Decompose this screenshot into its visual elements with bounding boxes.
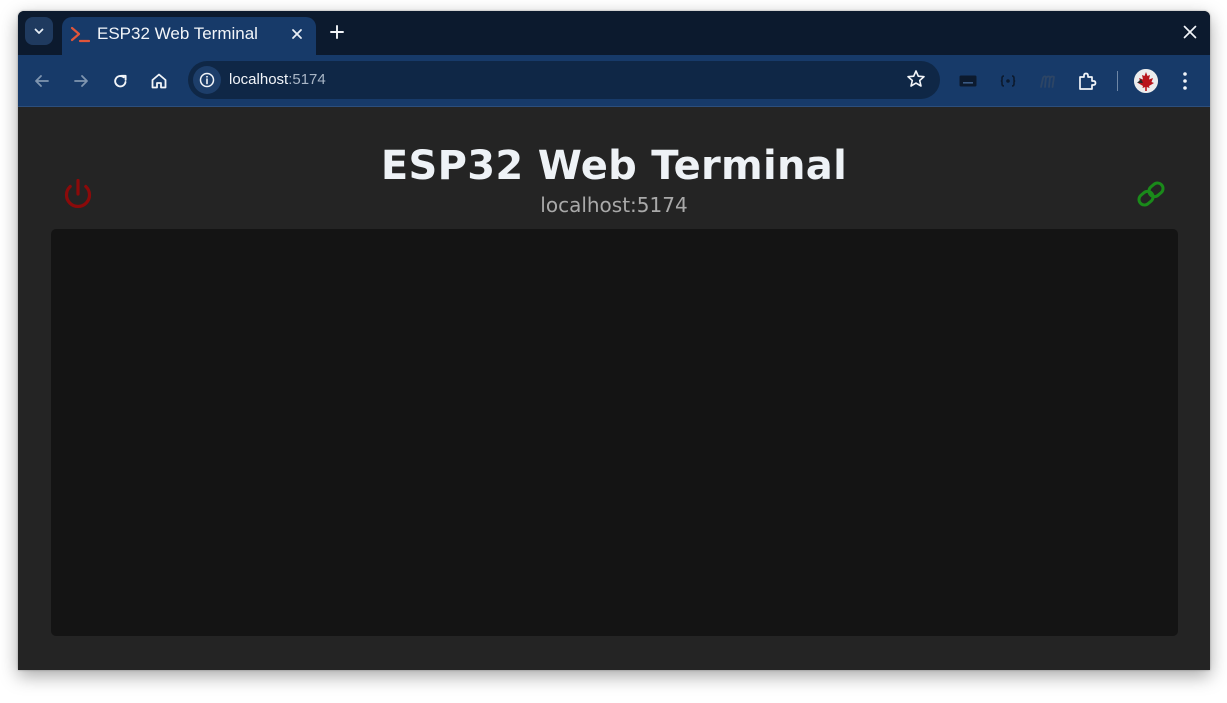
tab-close-button[interactable] (286, 23, 308, 45)
terminal-favicon-icon (70, 26, 90, 43)
close-icon (292, 29, 302, 39)
more-vertical-icon (1183, 72, 1187, 90)
browser-window: ESP32 Web Terminal localhost:5174 ESP32 … (18, 11, 1210, 670)
forward-button[interactable] (68, 68, 94, 94)
tab-active[interactable]: ESP32 Web Terminal (62, 17, 316, 55)
url-text: localhost:5174 (229, 71, 326, 88)
extension-m-button[interactable] (1037, 69, 1059, 93)
terminal-output[interactable] (51, 229, 1178, 636)
maple-leaf-avatar-icon (1134, 69, 1158, 93)
browser-toolbar: localhost:5174 (18, 55, 1210, 107)
url-port: :5174 (288, 71, 326, 88)
page-subtitle: localhost:5174 (540, 193, 688, 217)
tab-strip: ESP32 Web Terminal (18, 11, 1210, 55)
extensions-button[interactable] (1076, 69, 1098, 93)
back-button[interactable] (29, 68, 55, 94)
home-icon (151, 73, 167, 89)
extension-keyboard-button[interactable] (958, 69, 978, 93)
new-tab-button[interactable] (325, 20, 349, 44)
url-host: localhost (229, 71, 289, 88)
toolbar-separator (1117, 71, 1118, 91)
site-info-button[interactable] (193, 66, 221, 94)
reload-button[interactable] (107, 68, 133, 94)
close-icon (1183, 25, 1197, 39)
home-button[interactable] (146, 68, 172, 94)
web-page: ESP32 Web Terminal localhost:5174 (18, 107, 1210, 670)
profile-avatar[interactable] (1134, 69, 1158, 93)
chevron-down-icon (34, 28, 44, 34)
info-icon (199, 72, 215, 88)
tab-title: ESP32 Web Terminal (97, 24, 258, 43)
bookmark-star-icon[interactable] (906, 69, 926, 89)
window-close-button[interactable] (1178, 20, 1202, 44)
keyboard-icon (959, 75, 977, 87)
arrow-left-icon (35, 75, 49, 87)
braces-icon (1000, 75, 1016, 87)
address-bar[interactable]: localhost:5174 (188, 61, 940, 99)
browser-menu-button[interactable] (1178, 69, 1192, 93)
plus-icon (330, 25, 344, 39)
extension-json-button[interactable] (998, 69, 1018, 93)
tab-search-button[interactable] (25, 17, 53, 45)
puzzle-icon (1079, 72, 1097, 90)
reload-icon (113, 74, 127, 87)
arrow-right-icon (74, 75, 88, 87)
link-icon[interactable] (1134, 177, 1168, 211)
page-title: ESP32 Web Terminal (380, 143, 848, 189)
m-logo-icon (1040, 75, 1055, 88)
